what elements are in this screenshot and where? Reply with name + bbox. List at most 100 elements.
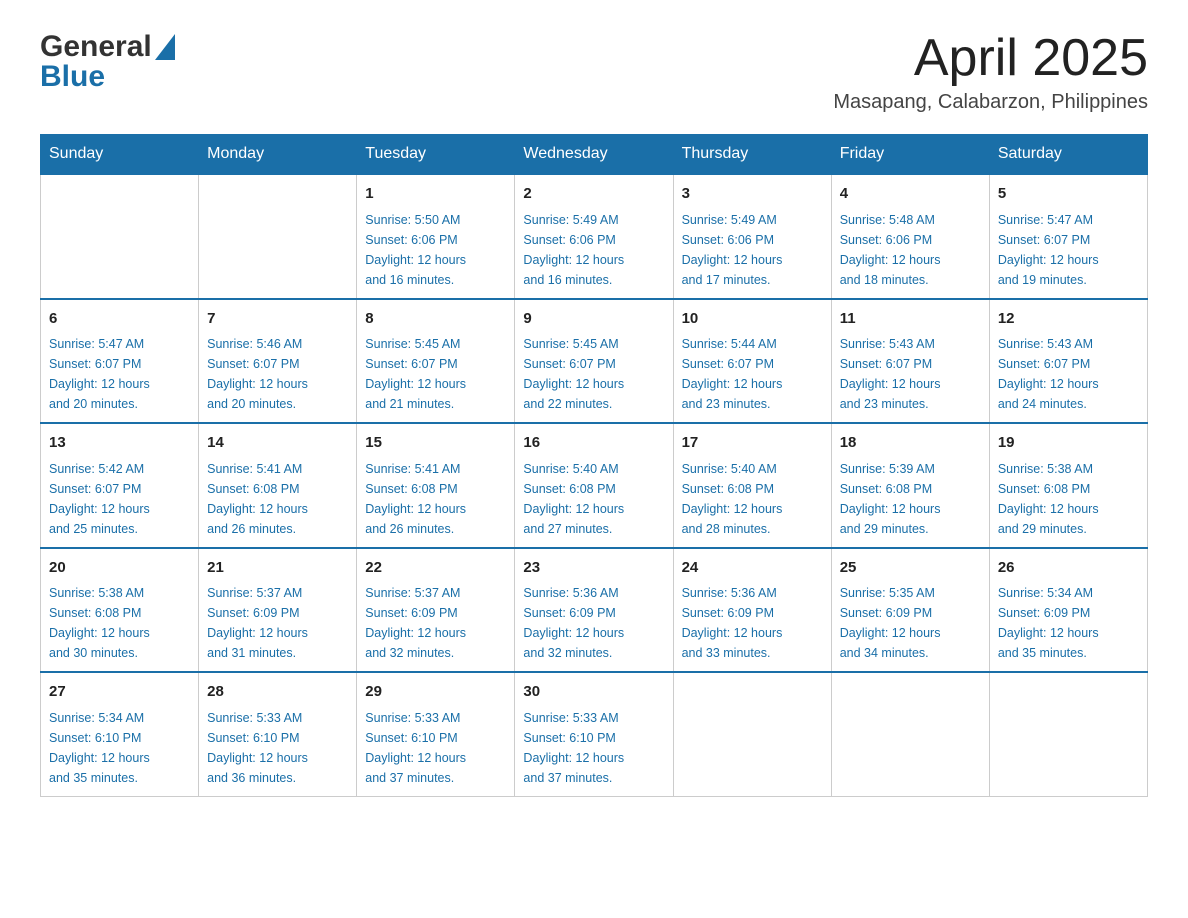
day-number: 2: [523, 183, 664, 206]
calendar-cell: 23 Sunrise: 5:36 AM Sunset: 6:09 PM Dayli…: [515, 548, 673, 673]
calendar-cell: 11 Sunrise: 5:43 AM Sunset: 6:07 PM Dayli…: [831, 299, 989, 424]
day-info: Sunrise: 5:45 AM Sunset: 6:07 PM Dayligh…: [523, 334, 664, 414]
day-number: 30: [523, 681, 664, 704]
calendar-cell: [831, 672, 989, 796]
calendar-cell: 3 Sunrise: 5:49 AM Sunset: 6:06 PM Daylig…: [673, 174, 831, 299]
day-info: Sunrise: 5:45 AM Sunset: 6:07 PM Dayligh…: [365, 334, 506, 414]
calendar-cell: 5 Sunrise: 5:47 AM Sunset: 6:07 PM Daylig…: [989, 174, 1147, 299]
day-info: Sunrise: 5:40 AM Sunset: 6:08 PM Dayligh…: [523, 459, 664, 539]
calendar-table: SundayMondayTuesdayWednesdayThursdayFrid…: [40, 134, 1148, 797]
day-info: Sunrise: 5:34 AM Sunset: 6:10 PM Dayligh…: [49, 708, 190, 788]
day-number: 27: [49, 681, 190, 704]
calendar-cell: 9 Sunrise: 5:45 AM Sunset: 6:07 PM Daylig…: [515, 299, 673, 424]
day-info: Sunrise: 5:47 AM Sunset: 6:07 PM Dayligh…: [998, 210, 1139, 290]
calendar-week-5: 27 Sunrise: 5:34 AM Sunset: 6:10 PM Dayli…: [41, 672, 1148, 796]
day-number: 9: [523, 308, 664, 331]
day-number: 17: [682, 432, 823, 455]
day-info: Sunrise: 5:48 AM Sunset: 6:06 PM Dayligh…: [840, 210, 981, 290]
day-info: Sunrise: 5:43 AM Sunset: 6:07 PM Dayligh…: [840, 334, 981, 414]
page-subtitle: Masapang, Calabarzon, Philippines: [833, 91, 1148, 114]
day-number: 21: [207, 557, 348, 580]
calendar-cell: 25 Sunrise: 5:35 AM Sunset: 6:09 PM Dayli…: [831, 548, 989, 673]
weekday-header-saturday: Saturday: [989, 135, 1147, 175]
weekday-header-sunday: Sunday: [41, 135, 199, 175]
day-info: Sunrise: 5:36 AM Sunset: 6:09 PM Dayligh…: [523, 583, 664, 663]
calendar-cell: [989, 672, 1147, 796]
day-number: 6: [49, 308, 190, 331]
calendar-cell: 30 Sunrise: 5:33 AM Sunset: 6:10 PM Dayli…: [515, 672, 673, 796]
calendar-cell: 4 Sunrise: 5:48 AM Sunset: 6:06 PM Daylig…: [831, 174, 989, 299]
calendar-cell: 8 Sunrise: 5:45 AM Sunset: 6:07 PM Daylig…: [357, 299, 515, 424]
weekday-header-tuesday: Tuesday: [357, 135, 515, 175]
calendar-cell: 19 Sunrise: 5:38 AM Sunset: 6:08 PM Dayli…: [989, 423, 1147, 548]
day-number: 28: [207, 681, 348, 704]
weekday-header-monday: Monday: [199, 135, 357, 175]
day-info: Sunrise: 5:40 AM Sunset: 6:08 PM Dayligh…: [682, 459, 823, 539]
calendar-cell: 6 Sunrise: 5:47 AM Sunset: 6:07 PM Daylig…: [41, 299, 199, 424]
calendar-cell: 24 Sunrise: 5:36 AM Sunset: 6:09 PM Dayli…: [673, 548, 831, 673]
day-number: 3: [682, 183, 823, 206]
day-number: 23: [523, 557, 664, 580]
logo-blue: Blue: [40, 60, 175, 94]
day-info: Sunrise: 5:42 AM Sunset: 6:07 PM Dayligh…: [49, 459, 190, 539]
weekday-header-thursday: Thursday: [673, 135, 831, 175]
page-header: General Blue April 2025 Masapang, Calaba…: [40, 30, 1148, 114]
day-info: Sunrise: 5:38 AM Sunset: 6:08 PM Dayligh…: [998, 459, 1139, 539]
day-info: Sunrise: 5:33 AM Sunset: 6:10 PM Dayligh…: [523, 708, 664, 788]
page-title: April 2025: [833, 30, 1148, 87]
calendar-cell: 14Sunrise: 5:41 AM Sunset: 6:08 PM Dayli…: [199, 423, 357, 548]
day-number: 12: [998, 308, 1139, 331]
calendar-cell: 26Sunrise: 5:34 AM Sunset: 6:09 PM Dayli…: [989, 548, 1147, 673]
day-info: Sunrise: 5:39 AM Sunset: 6:08 PM Dayligh…: [840, 459, 981, 539]
day-number: 4: [840, 183, 981, 206]
day-number: 19: [998, 432, 1139, 455]
calendar-cell: 7 Sunrise: 5:46 AM Sunset: 6:07 PM Daylig…: [199, 299, 357, 424]
day-info: Sunrise: 5:38 AM Sunset: 6:08 PM Dayligh…: [49, 583, 190, 663]
calendar-cell: 27 Sunrise: 5:34 AM Sunset: 6:10 PM Dayli…: [41, 672, 199, 796]
logo: General Blue: [40, 30, 175, 94]
calendar-cell: 29Sunrise: 5:33 AM Sunset: 6:10 PM Dayli…: [357, 672, 515, 796]
calendar-header-row: SundayMondayTuesdayWednesdayThursdayFrid…: [41, 135, 1148, 175]
day-info: Sunrise: 5:46 AM Sunset: 6:07 PM Dayligh…: [207, 334, 348, 414]
calendar-cell: 16Sunrise: 5:40 AM Sunset: 6:08 PM Dayli…: [515, 423, 673, 548]
day-number: 11: [840, 308, 981, 331]
day-info: Sunrise: 5:49 AM Sunset: 6:06 PM Dayligh…: [523, 210, 664, 290]
day-info: Sunrise: 5:41 AM Sunset: 6:08 PM Dayligh…: [365, 459, 506, 539]
logo-general: General: [40, 30, 152, 64]
calendar-cell: 12 Sunrise: 5:43 AM Sunset: 6:07 PM Dayli…: [989, 299, 1147, 424]
day-number: 5: [998, 183, 1139, 206]
day-info: Sunrise: 5:36 AM Sunset: 6:09 PM Dayligh…: [682, 583, 823, 663]
day-number: 25: [840, 557, 981, 580]
calendar-week-1: 1Sunrise: 5:50 AM Sunset: 6:06 PM Daylig…: [41, 174, 1148, 299]
day-info: Sunrise: 5:49 AM Sunset: 6:06 PM Dayligh…: [682, 210, 823, 290]
calendar-cell: 1Sunrise: 5:50 AM Sunset: 6:06 PM Daylig…: [357, 174, 515, 299]
day-number: 22: [365, 557, 506, 580]
day-number: 15: [365, 432, 506, 455]
day-info: Sunrise: 5:33 AM Sunset: 6:10 PM Dayligh…: [365, 708, 506, 788]
day-info: Sunrise: 5:43 AM Sunset: 6:07 PM Dayligh…: [998, 334, 1139, 414]
calendar-cell: 21 Sunrise: 5:37 AM Sunset: 6:09 PM Dayli…: [199, 548, 357, 673]
calendar-week-2: 6 Sunrise: 5:47 AM Sunset: 6:07 PM Daylig…: [41, 299, 1148, 424]
day-info: Sunrise: 5:34 AM Sunset: 6:09 PM Dayligh…: [998, 583, 1139, 663]
calendar-cell: 2 Sunrise: 5:49 AM Sunset: 6:06 PM Daylig…: [515, 174, 673, 299]
day-number: 7: [207, 308, 348, 331]
day-number: 24: [682, 557, 823, 580]
calendar-week-3: 13Sunrise: 5:42 AM Sunset: 6:07 PM Dayli…: [41, 423, 1148, 548]
weekday-header-wednesday: Wednesday: [515, 135, 673, 175]
calendar-cell: [673, 672, 831, 796]
day-info: Sunrise: 5:44 AM Sunset: 6:07 PM Dayligh…: [682, 334, 823, 414]
day-info: Sunrise: 5:37 AM Sunset: 6:09 PM Dayligh…: [207, 583, 348, 663]
day-info: Sunrise: 5:47 AM Sunset: 6:07 PM Dayligh…: [49, 334, 190, 414]
calendar-cell: 15 Sunrise: 5:41 AM Sunset: 6:08 PM Dayli…: [357, 423, 515, 548]
day-info: Sunrise: 5:35 AM Sunset: 6:09 PM Dayligh…: [840, 583, 981, 663]
day-number: 10: [682, 308, 823, 331]
day-number: 1: [365, 183, 506, 206]
day-number: 14: [207, 432, 348, 455]
day-info: Sunrise: 5:33 AM Sunset: 6:10 PM Dayligh…: [207, 708, 348, 788]
day-number: 20: [49, 557, 190, 580]
calendar-cell: [41, 174, 199, 299]
day-number: 8: [365, 308, 506, 331]
calendar-week-4: 20 Sunrise: 5:38 AM Sunset: 6:08 PM Dayli…: [41, 548, 1148, 673]
calendar-cell: 18Sunrise: 5:39 AM Sunset: 6:08 PM Dayli…: [831, 423, 989, 548]
calendar-cell: 10 Sunrise: 5:44 AM Sunset: 6:07 PM Dayli…: [673, 299, 831, 424]
